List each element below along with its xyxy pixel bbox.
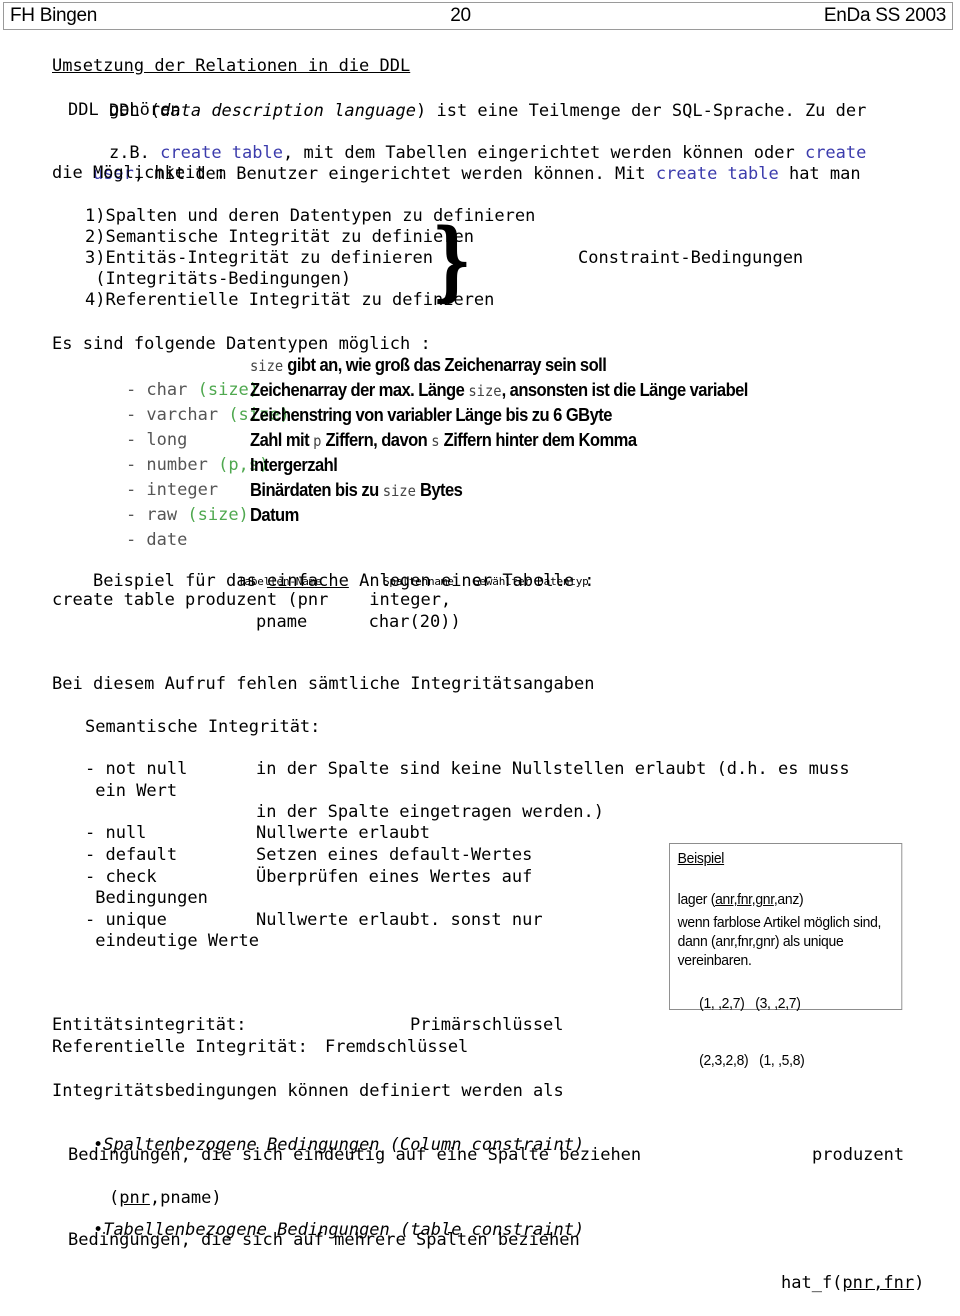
example-code-line-2: pname char(20)) bbox=[256, 612, 461, 632]
referential-integrity-label: Referentielle Integrität: bbox=[52, 1037, 308, 1057]
semantic-key-null: - null bbox=[85, 823, 147, 843]
beispiel-callout: Beispiel lager (anr,fnr,gnr,anz) wenn fa… bbox=[669, 843, 903, 1069]
callout-relation-key: anr,fnr,gnr bbox=[715, 892, 774, 908]
callout-tuple-2-right: (1, ,5,8) bbox=[759, 1053, 805, 1069]
intro-line4-b: hat man bbox=[778, 163, 861, 184]
semantic-text-not-null-cont: in der Spalte eingetragen werden.) bbox=[256, 802, 604, 822]
annotation-column-name: Spaltenname bbox=[383, 575, 454, 588]
entity-integrity-label: Entitätsintegrität: bbox=[52, 1015, 247, 1035]
constraint-bullet-1-relation: produzent bbox=[812, 1145, 905, 1165]
constraint-bullet-2-desc: Bedingungen, die sich auf mehrere Spalte… bbox=[68, 1230, 580, 1250]
intro-line5: die Möglichkeit : bbox=[52, 163, 226, 183]
datatype-desc-varchar-b: , ansonsten ist die Länge variabel bbox=[501, 380, 749, 400]
datatype-desc-date: Datum bbox=[250, 505, 299, 525]
callout-note-line-1: wenn farblose Artikel möglich sind, bbox=[677, 915, 882, 931]
callout-title: Beispiel bbox=[677, 851, 725, 867]
numbered-item-2: 2)Semantische Integrität zu definieren bbox=[85, 227, 474, 247]
callout-relation: lager (anr,fnr,gnr,anz) bbox=[678, 872, 894, 910]
callout-note-line-2: dann (anr,fnr,gnr) als unique bbox=[677, 934, 844, 950]
semantic-text-not-null: in der Spalte sind keine Nullstellen erl… bbox=[256, 759, 850, 779]
intro-line1-b: ) ist eine Teilmenge der SQL-Sprache. Zu… bbox=[416, 100, 867, 121]
annotation-table-name: Tabellen-Name bbox=[238, 575, 322, 588]
constraint-bullet-2-relation: hat_f(pnr,fnr) bbox=[781, 1230, 960, 1316]
constraint-bedingungen-label: Constraint-Bedingungen bbox=[578, 248, 804, 268]
entity-integrity-value: Primärschlüssel bbox=[410, 1015, 564, 1035]
numbered-item-3: 3)Entitäs-Integrität zu definieren bbox=[85, 248, 433, 268]
numbered-item-3-sub: (Integritäts-Bedingungen) bbox=[85, 269, 352, 289]
semantic-heading: Semantische Integrität: bbox=[85, 717, 321, 737]
semantic-key-default: - default bbox=[85, 845, 178, 865]
callout-note-line-3: vereinbaren. bbox=[677, 953, 752, 969]
datatype-desc-varchar-mono: size bbox=[468, 382, 502, 400]
semantic-key-check: - check bbox=[85, 867, 157, 887]
datatype-desc-number-b: Ziffern, davon bbox=[321, 430, 432, 450]
semantic-key-not-null-cont: ein Wert bbox=[85, 781, 178, 801]
callout-tuple-row-2: (2,3,2,8) (1, ,5,8) bbox=[678, 1033, 894, 1090]
datatypes-heading: Es sind folgende Datentypen möglich : bbox=[52, 334, 431, 354]
datatype-desc-varchar-a: Zeichenarray der max. Länge bbox=[250, 380, 469, 400]
datatype-desc-number-s: s bbox=[431, 432, 440, 450]
datatype-desc-varchar: Zeichenarray der max. Länge size, ansons… bbox=[250, 380, 748, 401]
semantic-text-unique: Nullwerte erlaubt. sonst nur bbox=[256, 910, 543, 930]
intro-line1-italic: data description language bbox=[160, 100, 417, 121]
datatype-desc-char: size gibt an, wie groß das Zeichenarray … bbox=[250, 355, 607, 376]
datatype-desc-number-c: Ziffern hinter dem Komma bbox=[439, 430, 637, 450]
datatype-desc-number-a: Zahl mit bbox=[250, 430, 314, 450]
datatype-desc-integer: Intergerzahl bbox=[250, 455, 338, 475]
datatype-desc-number: Zahl mit p Ziffern, davon s Ziffern hint… bbox=[250, 430, 637, 451]
keyword-create-table-2: create table bbox=[655, 163, 779, 184]
referential-integrity-value: Fremdschlüssel bbox=[325, 1037, 469, 1057]
callout-relation-pre: lager ( bbox=[677, 892, 716, 908]
intro-line2: DDL gehören bbox=[68, 100, 181, 120]
callout-relation-post: ,anz) bbox=[773, 892, 804, 908]
annotation-datatype: Gewählter Datentyp bbox=[473, 575, 589, 588]
semantic-note: Bei diesem Aufruf fehlen sämtliche Integ… bbox=[52, 674, 595, 694]
example-code-line-1: create table produzent (pnr integer, bbox=[52, 590, 452, 610]
datatype-desc-raw-b: Bytes bbox=[415, 480, 463, 500]
datatype-desc-long: Zeichenstring von variabler Länge bis zu… bbox=[250, 405, 612, 425]
slide-body: Umsetzung der Relationen in die DDL DDL … bbox=[0, 0, 960, 1293]
datatype-param-raw: (size) bbox=[187, 504, 249, 525]
constraints-heading: Integritätsbedingungen können definiert … bbox=[52, 1081, 564, 1101]
datatype-desc-char-mono: size bbox=[250, 357, 284, 375]
page-title: Umsetzung der Relationen in die DDL bbox=[52, 56, 411, 76]
callout-tuple-1-right: (3, ,2,7) bbox=[755, 996, 801, 1012]
constraint-bullet-1-desc: Bedingungen, die sich eindeutig auf eine… bbox=[68, 1145, 642, 1165]
semantic-text-default: Setzen eines default-Wertes bbox=[256, 845, 533, 865]
callout-tuple-1-left: (1, ,2,7) bbox=[699, 996, 745, 1012]
semantic-key-not-null: - not null bbox=[85, 759, 188, 779]
grouping-brace: } bbox=[431, 210, 472, 311]
semantic-key-unique-cont: eindeutige Werte bbox=[85, 931, 260, 951]
constraint-relation-2-key: pnr,fnr bbox=[842, 1273, 915, 1293]
datatype-label-date: - date bbox=[125, 529, 188, 550]
datatype-desc-raw-mono: size bbox=[382, 482, 416, 500]
semantic-key-check-cont: Bedingungen bbox=[85, 888, 208, 908]
datatype-desc-raw: Binärdaten bis zu size Bytes bbox=[250, 480, 463, 501]
callout-tuple-row-1: (1, ,2,7) (3, ,2,7) bbox=[678, 976, 894, 1033]
semantic-text-check: Überprüfen eines Wertes auf bbox=[256, 867, 533, 887]
semantic-key-unique: - unique bbox=[85, 910, 167, 930]
constraint-relation-2-post: ) bbox=[914, 1273, 925, 1293]
semantic-text-null: Nullwerte erlaubt bbox=[256, 823, 430, 843]
datatype-desc-char-text: gibt an, wie groß das Zeichenarray sein … bbox=[283, 355, 607, 375]
constraint-relation-2-pre: hat_f( bbox=[781, 1273, 843, 1293]
callout-tuple-2-left: (2,3,2,8) bbox=[699, 1053, 749, 1069]
datatype-desc-number-p: p bbox=[313, 432, 322, 450]
datatype-desc-raw-a: Binärdaten bis zu bbox=[250, 480, 383, 500]
